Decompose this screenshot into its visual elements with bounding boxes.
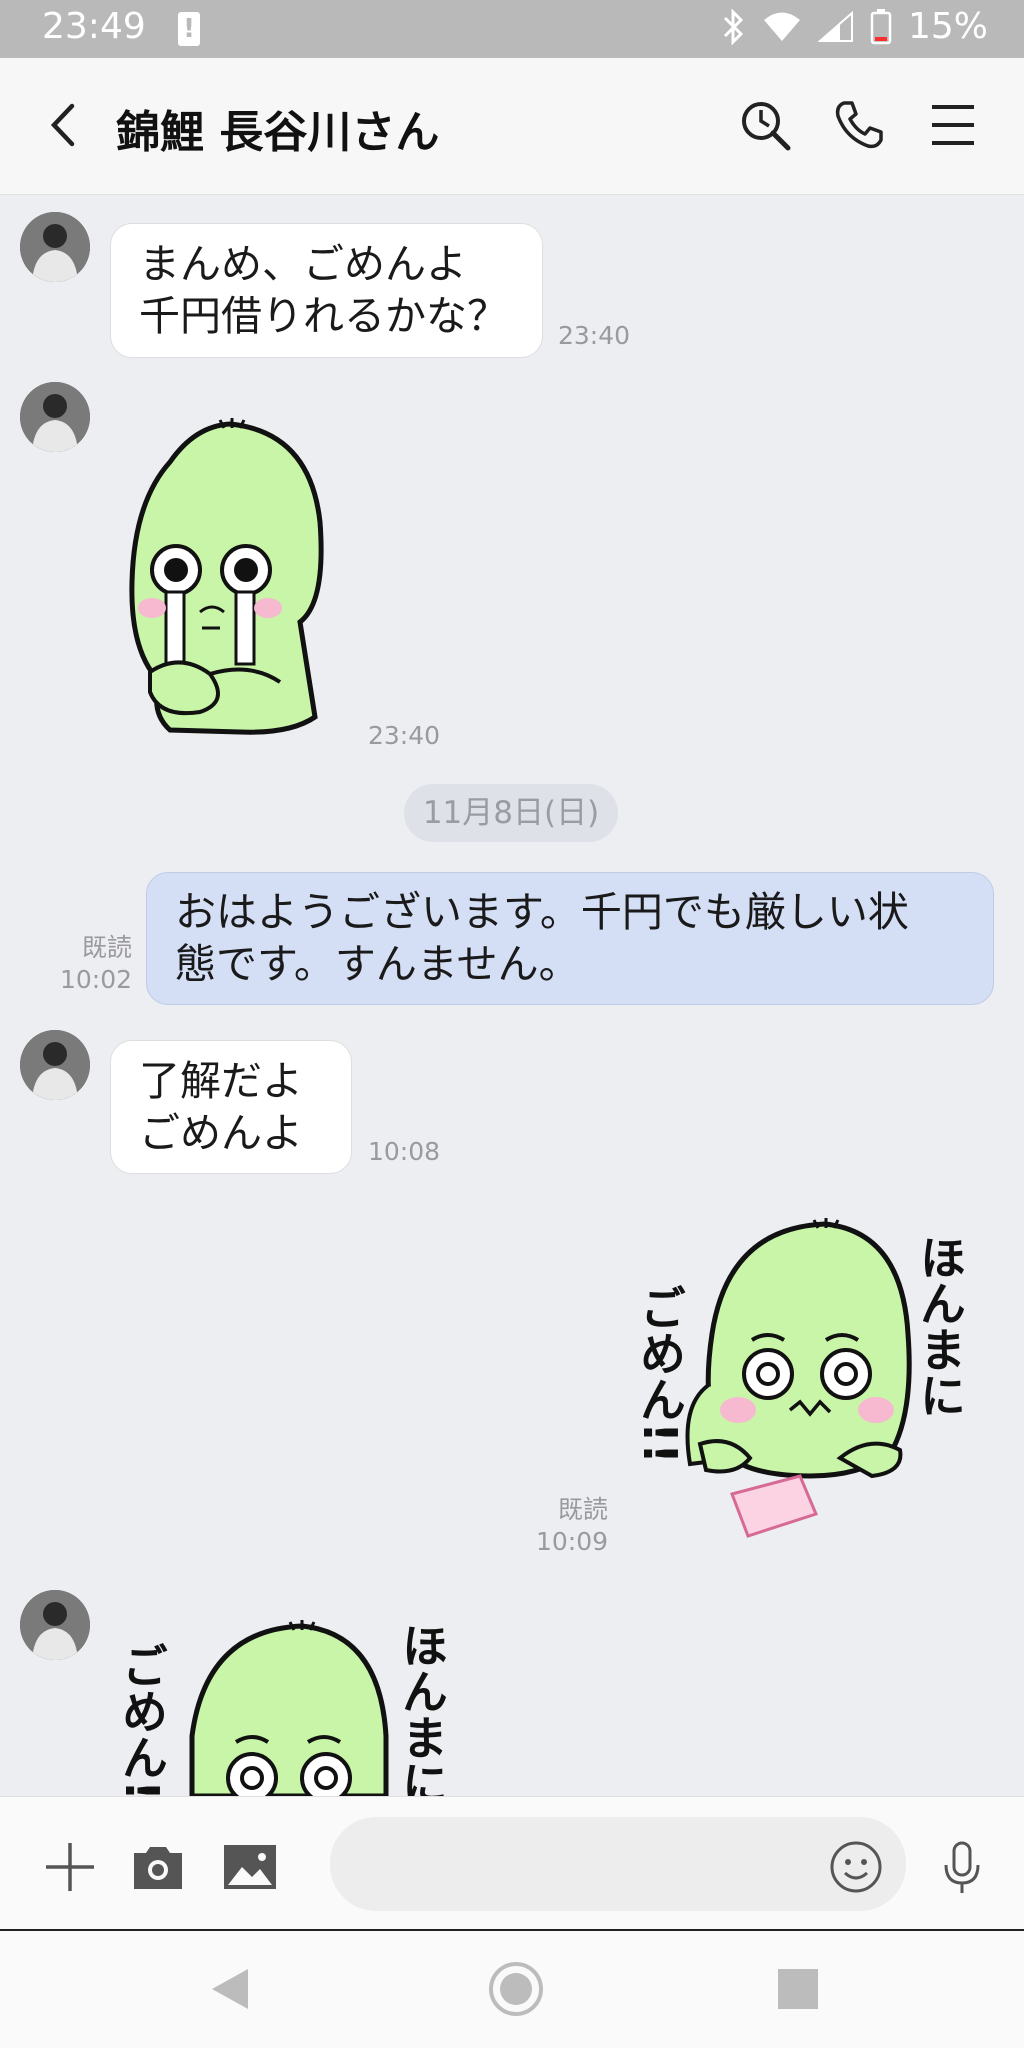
message-line: 千円借りれるかな？ (139, 292, 508, 340)
sticker-text: ほんまに (395, 1622, 449, 1796)
message-time: 10:08 (368, 1137, 441, 1166)
sticker-text: ごめん!! (640, 1284, 687, 1464)
crying-green-character-sticker[interactable] (120, 412, 340, 742)
camera-icon[interactable] (130, 1839, 186, 1895)
search-history-icon[interactable] (738, 98, 792, 152)
battery-percent: 15% (907, 6, 988, 47)
message-input[interactable] (330, 1817, 906, 1911)
avatar[interactable] (20, 1030, 90, 1100)
battery-icon (870, 8, 892, 44)
image-icon[interactable] (222, 1839, 278, 1895)
nav-back-icon[interactable] (202, 1961, 258, 2017)
read-label: 既読 (557, 1495, 608, 1524)
message-line: ごめんよ (139, 1109, 303, 1157)
date-separator: 11月8日(日) (404, 784, 618, 842)
read-receipt: 既読 10:09 (520, 1494, 608, 1558)
signal-icon (817, 10, 853, 42)
sticker-text: ごめん!! (115, 1642, 169, 1796)
avatar[interactable] (20, 382, 90, 452)
message-time: 23:40 (558, 321, 631, 350)
chat-header: 錦鯉 長谷川さん (0, 58, 1024, 195)
read-receipt: 既読 10:02 (50, 932, 132, 996)
phone-icon[interactable] (832, 98, 886, 152)
chevron-left-icon[interactable] (44, 100, 84, 150)
bluetooth-icon (723, 8, 744, 45)
microphone-icon[interactable] (934, 1839, 990, 1895)
my-message-bubble[interactable]: おはようございます。千円でも厳しい状 態です。すんません。 (146, 872, 994, 1005)
message-time: 23:40 (368, 721, 441, 750)
message-line: おはようございます。千円でも厳しい状 (175, 888, 909, 936)
wifi-icon (763, 12, 800, 41)
read-label: 既読 (81, 933, 132, 962)
message-line: 態です。すんません。 (175, 940, 580, 988)
sticker-text: ほんまに (913, 1234, 967, 1418)
message-bubble[interactable]: まんめ、ごめんよ 千円借りれるかな？ (110, 223, 543, 358)
message-line: 了解だよ (139, 1057, 303, 1105)
message-time: 10:09 (535, 1527, 608, 1556)
contact-name[interactable]: 錦鯉 長谷川さん (116, 96, 439, 160)
message-bubble[interactable]: 了解だよ ごめんよ (110, 1040, 352, 1174)
status-bar: 23:49 15% (0, 0, 1024, 58)
nav-recents-icon[interactable] (770, 1961, 826, 2017)
avatar[interactable] (20, 1590, 90, 1660)
apology-green-character-sticker[interactable]: ごめん!! ほんまに (640, 1214, 980, 1554)
input-bar (0, 1796, 1024, 1932)
battery-alert-icon (178, 12, 200, 46)
system-nav-bar (0, 1931, 1024, 2048)
status-time: 23:49 (42, 6, 146, 47)
emoji-icon[interactable] (828, 1839, 884, 1895)
avatar[interactable] (20, 212, 90, 282)
message-time: 10:02 (59, 965, 132, 994)
apology-green-character-sticker[interactable]: ごめん!! ほんまに (112, 1612, 472, 1796)
plus-icon[interactable] (42, 1839, 98, 1895)
nav-home-icon[interactable] (488, 1961, 544, 2017)
menu-icon[interactable] (926, 98, 980, 152)
message-line: まんめ、ごめんよ (139, 240, 467, 288)
